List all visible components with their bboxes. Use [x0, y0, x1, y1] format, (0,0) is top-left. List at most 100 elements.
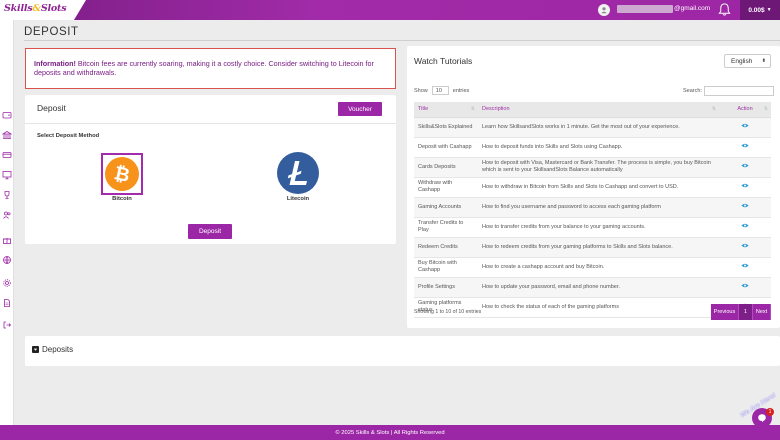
litecoin-label: Litecoin — [286, 196, 310, 202]
method-label: Select Deposit Method — [37, 133, 100, 139]
table-row: Withdraw with Cashapp How to withdraw in… — [414, 177, 771, 198]
trophy-icon[interactable] — [2, 190, 12, 200]
row-title: Profile Settings — [414, 277, 478, 298]
logo[interactable]: Skills&Slots — [4, 3, 67, 14]
row-title: Buy Bitcoin with Cashapp — [414, 257, 478, 278]
pagination-next[interactable]: Next — [753, 304, 771, 320]
eye-icon[interactable] — [741, 223, 749, 228]
bank-icon[interactable] — [2, 130, 12, 140]
eye-icon[interactable] — [741, 163, 749, 168]
logout-icon[interactable] — [2, 320, 12, 330]
bell-icon[interactable] — [717, 2, 732, 17]
row-title: Withdraw with Cashapp — [414, 177, 478, 198]
search-label: Search: — [683, 88, 702, 94]
row-description: How to deposit funds into Skills and Slo… — [478, 137, 719, 158]
column-header-description[interactable]: Description ⇅ — [478, 102, 719, 118]
balance-value: 0.00$ — [748, 6, 765, 14]
email-domain: @gmail.com — [674, 5, 711, 12]
tutorials-card: Watch Tutorials English ⬍ Show 10 entrie… — [407, 46, 780, 328]
chevron-updown-icon: ⬍ — [761, 58, 766, 64]
language-select[interactable]: English ⬍ — [724, 54, 771, 68]
chevron-down-icon: ▼ — [766, 7, 772, 13]
row-title: Gaming Accounts — [414, 197, 478, 218]
chat-widget[interactable]: We Are Here! 1 — [736, 392, 780, 428]
column-description-label: Description — [482, 106, 510, 113]
eye-icon[interactable] — [741, 143, 749, 148]
row-description: How to deposit with Visa, Mastercard or … — [478, 157, 719, 178]
row-title: Cards Deposits — [414, 157, 478, 178]
user-icon[interactable] — [598, 4, 610, 16]
entries-label: entries — [452, 87, 470, 94]
users-icon[interactable] — [2, 210, 12, 220]
table-row: Gaming Accounts How to find you username… — [414, 197, 771, 218]
row-action — [719, 237, 771, 258]
bitcoin-label: Bitcoin — [112, 196, 132, 202]
deposit-card: Deposit Voucher Select Deposit Method ₿ … — [25, 95, 396, 244]
row-action — [719, 177, 771, 198]
globe-icon[interactable] — [2, 255, 12, 265]
eye-icon[interactable] — [741, 123, 749, 128]
table-header-row: Title ⇅ Description ⇅ Action ⇅ — [414, 102, 771, 118]
eye-icon[interactable] — [741, 203, 749, 208]
logo-amp: & — [32, 3, 41, 14]
row-action — [719, 157, 771, 178]
litecoin-icon — [277, 152, 319, 194]
deposit-submit-button[interactable]: Deposit — [188, 224, 232, 239]
row-action — [719, 137, 771, 158]
pagination-previous[interactable]: Previous — [711, 304, 739, 320]
eye-icon[interactable] — [741, 283, 749, 288]
litecoin-option[interactable] — [277, 152, 319, 194]
row-description: How to update your password, email and p… — [478, 277, 719, 298]
show-label: Show — [414, 87, 428, 94]
caret-down-icon[interactable] — [32, 346, 39, 353]
card-icon[interactable] — [2, 150, 12, 160]
entries-select[interactable]: 10 — [431, 86, 449, 95]
column-header-title[interactable]: Title ⇅ — [414, 102, 478, 118]
row-title: Deposit with Cashapp — [414, 137, 478, 158]
row-title: Skills&Slots Explained — [414, 117, 478, 138]
sidebar — [0, 20, 14, 425]
title-divider — [24, 40, 780, 41]
email-redacted — [617, 5, 673, 13]
logo-part2: Slots — [40, 3, 67, 14]
search-input[interactable] — [703, 86, 774, 96]
tutorials-title: Watch Tutorials — [414, 56, 473, 66]
voucher-button[interactable]: Voucher — [338, 102, 382, 116]
pagination-page-1[interactable]: 1 — [739, 304, 753, 320]
row-description: How to transfer credits from your balanc… — [478, 217, 719, 238]
row-description: How to redeem credits from your gaming p… — [478, 237, 719, 258]
footer: © 2025 Skills & Slots | All Rights Reser… — [0, 425, 780, 440]
deposits-section[interactable]: Deposits — [25, 336, 780, 366]
tutorials-table: Title ⇅ Description ⇅ Action ⇅ Skills&Slots… — [414, 102, 771, 318]
row-description: How to withdraw in Bitcoin from Skills a… — [478, 177, 719, 198]
row-action — [719, 217, 771, 238]
gift-icon[interactable] — [2, 235, 12, 245]
table-row: Cards Deposits How to deposit with Visa,… — [414, 157, 771, 178]
settings-icon[interactable] — [2, 278, 12, 288]
row-action — [719, 257, 771, 278]
eye-icon[interactable] — [741, 243, 749, 248]
logo-area[interactable]: Skills&Slots — [0, 0, 86, 20]
card-divider — [25, 123, 396, 124]
eye-icon[interactable] — [741, 183, 749, 188]
wallet-icon[interactable] — [2, 110, 12, 120]
eye-icon[interactable] — [741, 263, 749, 268]
row-description: Learn how SkillsandSlots works in 1 minu… — [478, 117, 719, 138]
table-info: Showing 1 to 10 of 10 entries — [414, 309, 482, 315]
balance-dropdown[interactable]: 0.00$ ▼ — [740, 0, 780, 20]
table-row: Buy Bitcoin with Cashapp How to create a… — [414, 257, 771, 278]
top-bar: Skills&Slots @gmail.com 0.00$ ▼ — [0, 0, 780, 20]
info-label: Information! — [34, 59, 76, 68]
table-search: Search: — [683, 86, 774, 96]
row-title: Redeem Credits — [414, 237, 478, 258]
language-value: English — [731, 57, 753, 65]
row-description: How to find you username and password to… — [478, 197, 719, 218]
row-action — [719, 197, 771, 218]
bitcoin-option[interactable]: ₿ — [101, 153, 143, 195]
column-header-action[interactable]: Action ⇅ — [719, 102, 771, 118]
document-icon[interactable] — [2, 298, 12, 308]
page-title: DEPOSIT — [24, 26, 79, 38]
monitor-icon[interactable] — [2, 170, 12, 180]
chat-bubble-icon — [758, 414, 766, 423]
table-row: Transfer Credits to Play How to transfer… — [414, 217, 771, 238]
